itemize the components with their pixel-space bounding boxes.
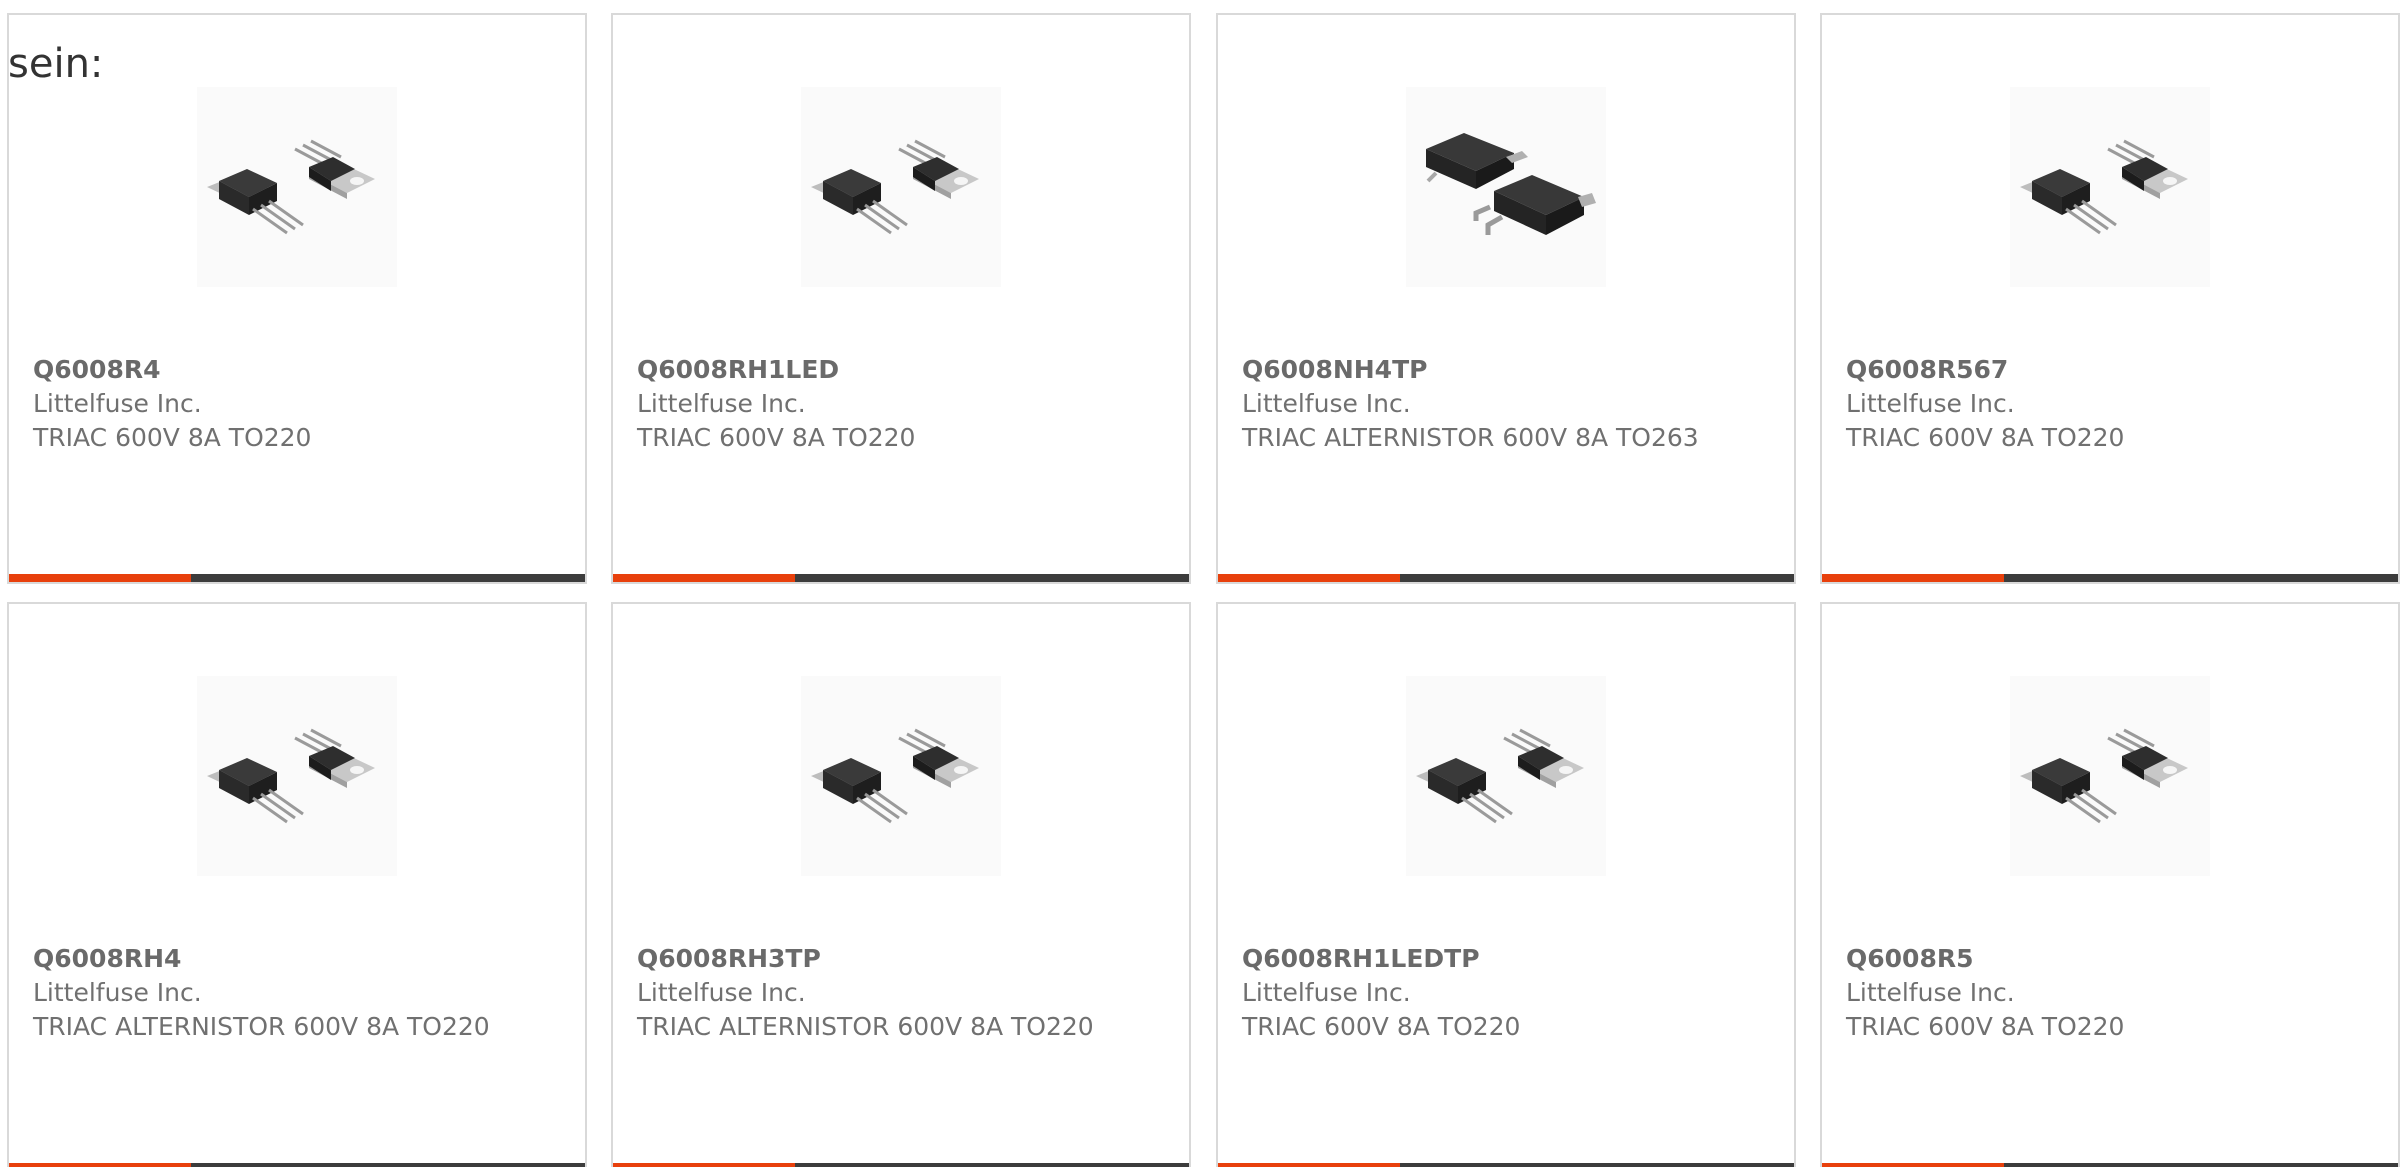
part-number[interactable]: Q6008R4: [33, 353, 513, 387]
product-image[interactable]: [1406, 87, 1606, 287]
part-number[interactable]: Q6008RH1LED: [637, 353, 1117, 387]
manufacturer: Littelfuse Inc.: [33, 978, 202, 1007]
card-bottom-bar: [1218, 574, 1794, 582]
description: TRIAC ALTERNISTOR 600V 8A TO220: [637, 1012, 1094, 1041]
product-image[interactable]: [197, 87, 397, 287]
part-number[interactable]: Q6008NH4TP: [1242, 353, 1722, 387]
product-info: Q6008RH1LEDTP Littelfuse Inc. TRIAC 600V…: [1242, 942, 1722, 1044]
product-info: Q6008RH1LED Littelfuse Inc. TRIAC 600V 8…: [637, 353, 1117, 455]
product-image[interactable]: [2010, 87, 2210, 287]
product-card[interactable]: Q6008RH1LED Littelfuse Inc. TRIAC 600V 8…: [611, 13, 1191, 584]
part-number[interactable]: Q6008RH3TP: [637, 942, 1117, 976]
card-accent-bar: [9, 1163, 191, 1167]
product-card[interactable]: Q6008RH4 Littelfuse Inc. TRIAC ALTERNIST…: [7, 602, 587, 1167]
manufacturer: Littelfuse Inc.: [637, 978, 806, 1007]
card-accent-bar: [9, 574, 191, 582]
manufacturer: Littelfuse Inc.: [1846, 978, 2015, 1007]
intro-text: sein:: [8, 41, 104, 87]
manufacturer: Littelfuse Inc.: [33, 389, 202, 418]
product-info: Q6008R4 Littelfuse Inc. TRIAC 600V 8A TO…: [33, 353, 513, 455]
manufacturer: Littelfuse Inc.: [1242, 389, 1411, 418]
product-grid: Q6008R4 Littelfuse Inc. TRIAC 600V 8A TO…: [0, 0, 2400, 1167]
manufacturer: Littelfuse Inc.: [1242, 978, 1411, 1007]
card-accent-bar: [613, 574, 795, 582]
product-image[interactable]: [801, 87, 1001, 287]
product-info: Q6008RH4 Littelfuse Inc. TRIAC ALTERNIST…: [33, 942, 513, 1044]
part-number[interactable]: Q6008RH1LEDTP: [1242, 942, 1722, 976]
to220-icon: [2018, 728, 2190, 824]
product-card[interactable]: Q6008R4 Littelfuse Inc. TRIAC 600V 8A TO…: [7, 13, 587, 584]
product-grid-page: sein: Q6008R4 Littelfuse Inc. TRIAC 600V…: [0, 0, 2400, 1167]
card-accent-bar: [613, 1163, 795, 1167]
card-bottom-bar: [9, 574, 585, 582]
product-image[interactable]: [2010, 676, 2210, 876]
card-bottom-bar: [1218, 1163, 1794, 1167]
card-bottom-bar: [613, 1163, 1189, 1167]
product-info: Q6008NH4TP Littelfuse Inc. TRIAC ALTERNI…: [1242, 353, 1722, 455]
product-card[interactable]: Q6008R5 Littelfuse Inc. TRIAC 600V 8A TO…: [1820, 602, 2400, 1167]
description: TRIAC 600V 8A TO220: [1242, 1012, 1521, 1041]
card-bottom-bar: [613, 574, 1189, 582]
product-info: Q6008RH3TP Littelfuse Inc. TRIAC ALTERNI…: [637, 942, 1117, 1044]
card-accent-bar: [1218, 574, 1400, 582]
card-accent-bar: [1218, 1163, 1400, 1167]
product-image[interactable]: [1406, 676, 1606, 876]
description: TRIAC ALTERNISTOR 600V 8A TO220: [33, 1012, 490, 1041]
card-accent-bar: [1822, 574, 2004, 582]
card-accent-bar: [1822, 1163, 2004, 1167]
product-info: Q6008R567 Littelfuse Inc. TRIAC 600V 8A …: [1846, 353, 2326, 455]
part-number[interactable]: Q6008R567: [1846, 353, 2326, 387]
to220-icon: [809, 728, 981, 824]
to263-icon: [1406, 87, 1606, 287]
manufacturer: Littelfuse Inc.: [637, 389, 806, 418]
description: TRIAC 600V 8A TO220: [1846, 423, 2125, 452]
description: TRIAC 600V 8A TO220: [637, 423, 916, 452]
to220-icon: [809, 139, 981, 235]
to220-icon: [1414, 728, 1586, 824]
product-info: Q6008R5 Littelfuse Inc. TRIAC 600V 8A TO…: [1846, 942, 2326, 1044]
card-bottom-bar: [1822, 1163, 2398, 1167]
card-bottom-bar: [9, 1163, 585, 1167]
card-bottom-bar: [1822, 574, 2398, 582]
description: TRIAC ALTERNISTOR 600V 8A TO263: [1242, 423, 1699, 452]
description: TRIAC 600V 8A TO220: [1846, 1012, 2125, 1041]
product-image[interactable]: [801, 676, 1001, 876]
to220-icon: [205, 139, 377, 235]
product-image[interactable]: [197, 676, 397, 876]
part-number[interactable]: Q6008R5: [1846, 942, 2326, 976]
part-number[interactable]: Q6008RH4: [33, 942, 513, 976]
product-card[interactable]: Q6008NH4TP Littelfuse Inc. TRIAC ALTERNI…: [1216, 13, 1796, 584]
description: TRIAC 600V 8A TO220: [33, 423, 312, 452]
product-card[interactable]: Q6008RH1LEDTP Littelfuse Inc. TRIAC 600V…: [1216, 602, 1796, 1167]
manufacturer: Littelfuse Inc.: [1846, 389, 2015, 418]
product-card[interactable]: Q6008RH3TP Littelfuse Inc. TRIAC ALTERNI…: [611, 602, 1191, 1167]
to220-icon: [205, 728, 377, 824]
to220-icon: [2018, 139, 2190, 235]
product-card[interactable]: Q6008R567 Littelfuse Inc. TRIAC 600V 8A …: [1820, 13, 2400, 584]
